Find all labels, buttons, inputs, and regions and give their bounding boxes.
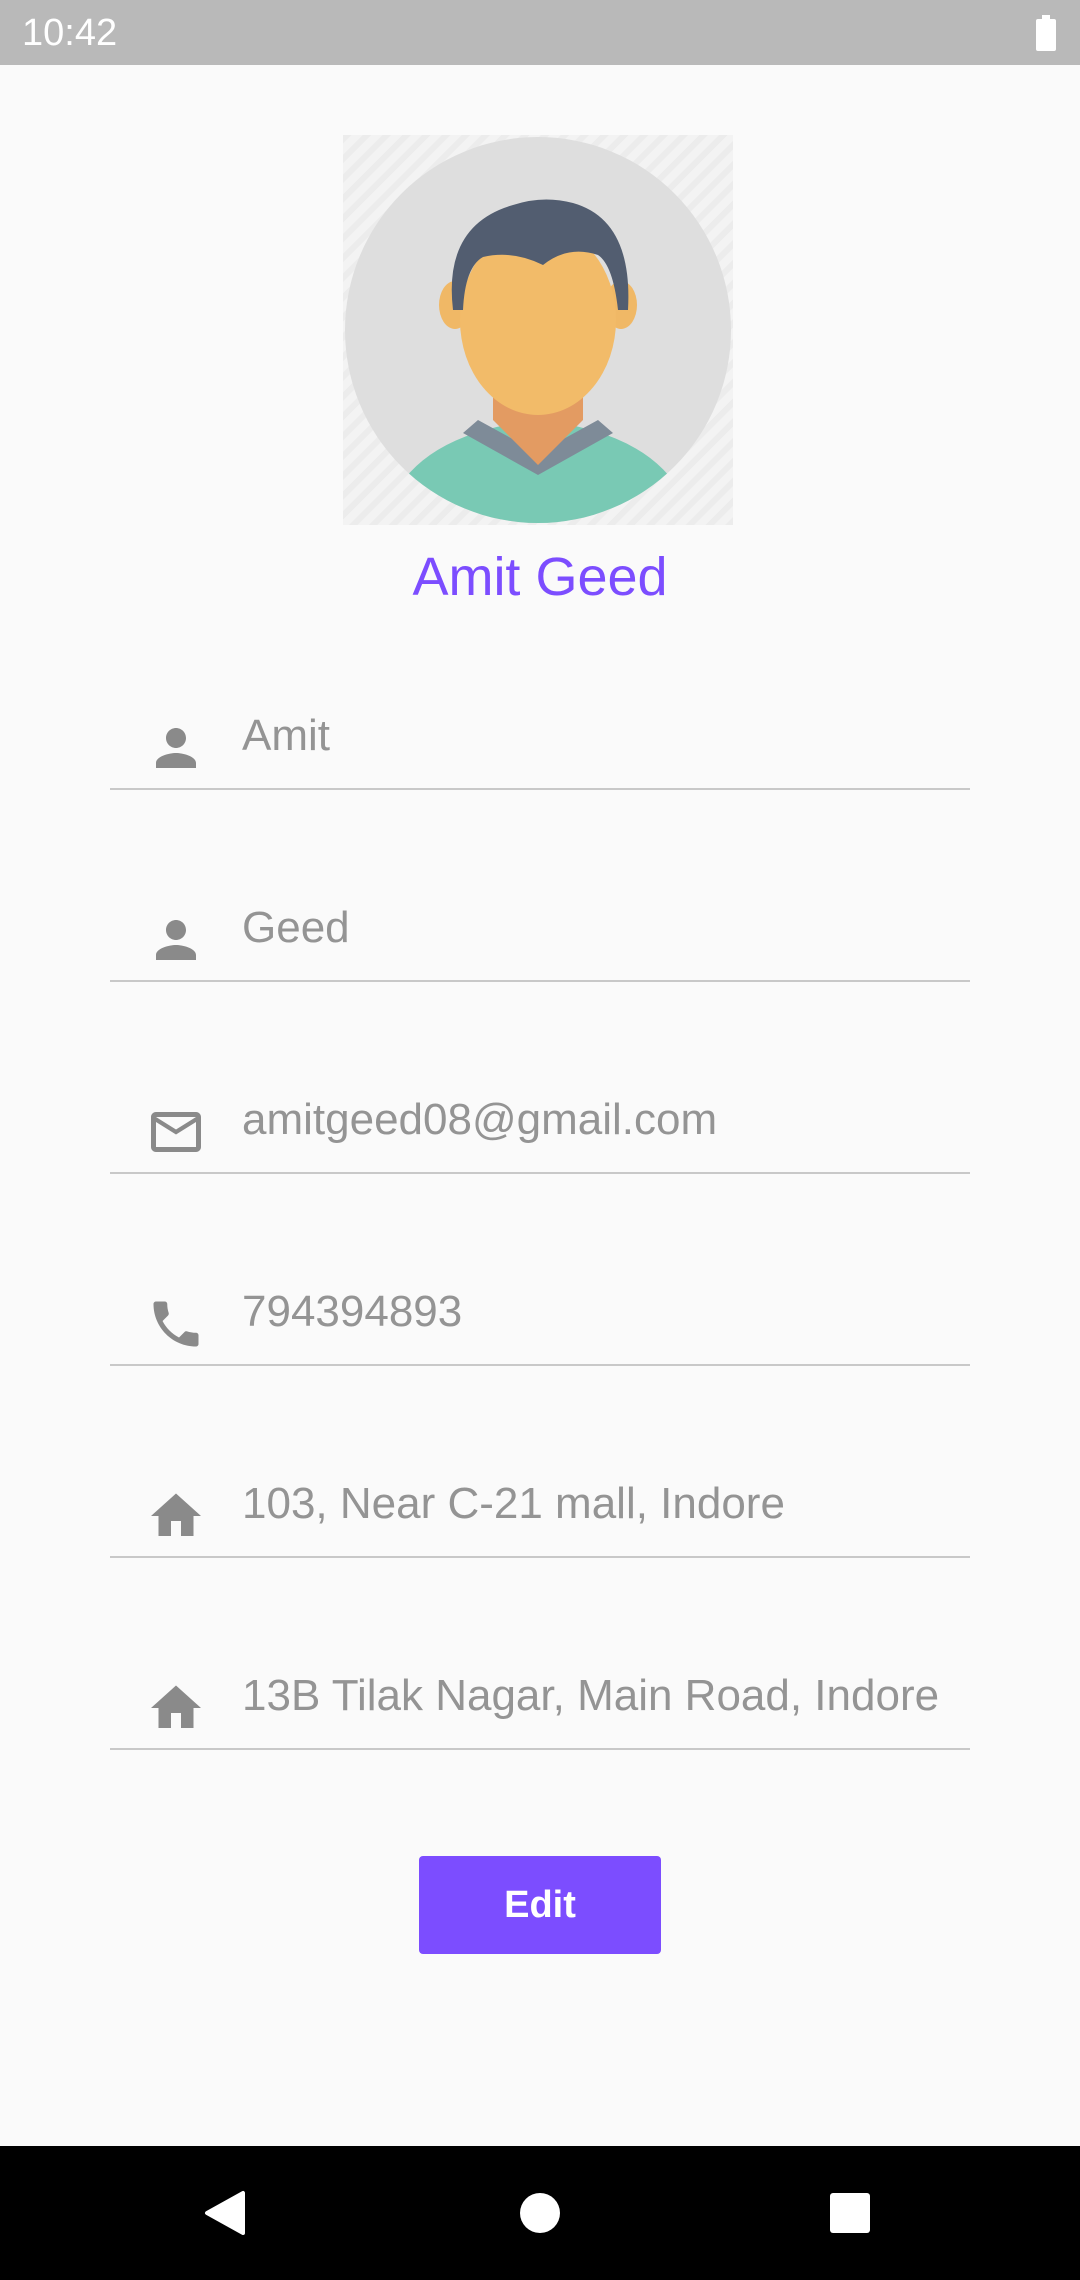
phone-icon [153,1301,199,1347]
home-icon [151,1685,201,1728]
address-field-1[interactable]: 103, Near C-21 mall, Indore [110,1456,970,1558]
phone-value: 794394893 [242,1287,463,1336]
address-value-2: 13B Tilak Nagar, Main Road, Indore [242,1671,940,1720]
email-icon [151,1112,201,1152]
battery-full-icon [1036,15,1056,51]
home-icon [151,1493,201,1536]
status-time: 10:42 [22,12,118,54]
first-name-value: Amit [242,711,330,760]
person-icon [156,920,196,960]
recents-icon[interactable] [810,2173,890,2253]
avatar-icon [343,135,733,525]
profile-name: Amit Geed [412,547,668,607]
phone-field[interactable]: 794394893 [110,1264,970,1366]
email-value: amitgeed08@gmail.com [242,1095,718,1144]
home-circle-icon[interactable] [500,2173,580,2253]
last-name-value: Geed [242,903,350,952]
address-value-1: 103, Near C-21 mall, Indore [242,1479,785,1528]
edit-button[interactable]: Edit [419,1856,661,1954]
status-bar: 10:42 [0,0,1080,65]
last-name-field[interactable]: Geed [110,880,970,982]
navigation-bar [0,2146,1080,2280]
address-field-2[interactable]: 13B Tilak Nagar, Main Road, Indore [110,1648,970,1750]
back-icon[interactable] [185,2173,265,2253]
email-field[interactable]: amitgeed08@gmail.com [110,1072,970,1174]
first-name-field[interactable]: Amit [110,688,970,790]
person-icon [156,728,196,768]
